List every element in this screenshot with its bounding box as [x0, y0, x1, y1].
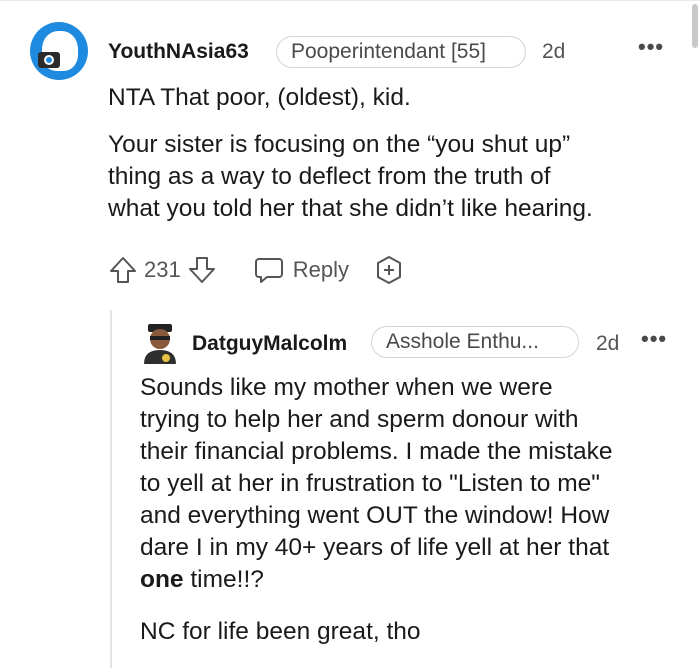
comment-username[interactable]: YouthNAsia63	[108, 40, 249, 64]
comment-line: thing as a way to deflect from the truth…	[108, 163, 551, 190]
award-button[interactable]	[373, 254, 405, 286]
downvote-icon[interactable]	[187, 255, 217, 285]
comment-timestamp[interactable]: 2d	[596, 332, 619, 356]
more-dots-icon[interactable]: •••	[641, 326, 667, 352]
comment-line: NC for life been great, tho	[140, 618, 421, 645]
comment-line: their financial problems. I made the mis…	[140, 438, 613, 465]
upvote-icon[interactable]	[108, 255, 138, 285]
thread-line[interactable]	[110, 310, 112, 668]
comment-line: what you told her that she didn’t like h…	[108, 195, 593, 222]
downvote-button[interactable]	[187, 255, 217, 285]
reply-button[interactable]: Reply	[253, 255, 349, 285]
comment-line: trying to help her and sperm donour with	[140, 406, 579, 433]
avatar[interactable]	[30, 22, 88, 80]
comment-timestamp[interactable]: 2d	[542, 40, 565, 64]
comment-actions: 231 Reply	[108, 252, 405, 288]
user-flair: Pooperintendant [55]	[276, 36, 526, 68]
comment-line: to yell at her in frustration to "Listen…	[140, 470, 600, 497]
comment-line: Sounds like my mother when we were	[140, 374, 553, 401]
comment-line: Your sister is focusing on the “you shut…	[108, 131, 571, 158]
reply-label: Reply	[292, 257, 349, 282]
avatar[interactable]	[140, 322, 180, 364]
bold-word: one	[140, 566, 184, 593]
comment-line: NTA That poor, (oldest), kid.	[108, 84, 411, 111]
comment-line: dare I in my 40+ years of life yell at h…	[140, 534, 610, 561]
scrollbar[interactable]	[692, 4, 698, 48]
reply-icon	[254, 258, 283, 283]
comment-line: and everything went OUT the window! How	[140, 502, 610, 529]
top-divider	[0, 0, 700, 1]
comment-line: one time!!?	[140, 564, 264, 596]
user-flair: Asshole Enthu...	[371, 326, 579, 358]
line-rest: time!!?	[183, 566, 264, 593]
award-icon	[376, 256, 401, 284]
comment-username[interactable]: DatguyMalcolm	[192, 332, 347, 356]
more-dots-icon[interactable]: •••	[638, 34, 664, 60]
upvote-button[interactable]	[108, 255, 138, 285]
vote-count: 231	[144, 257, 181, 282]
